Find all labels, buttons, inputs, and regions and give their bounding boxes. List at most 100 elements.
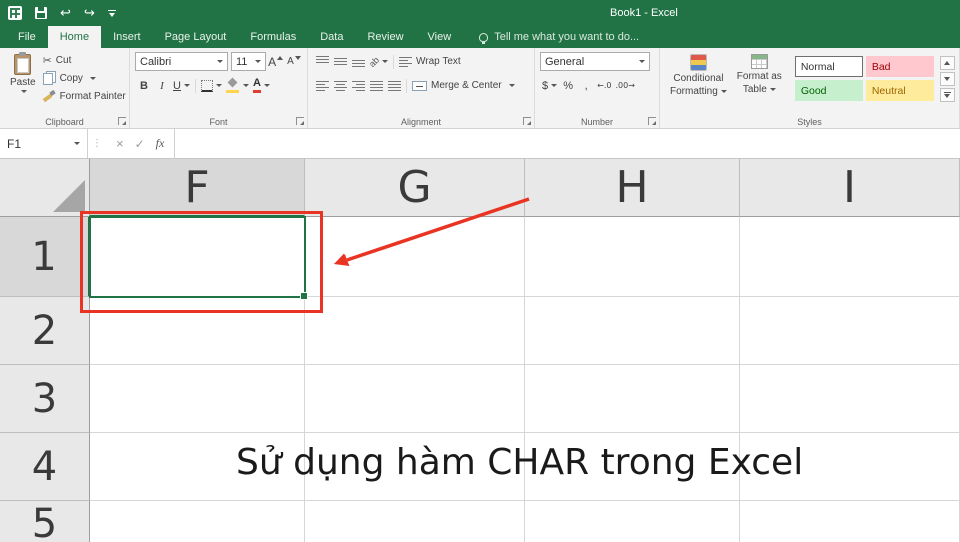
cell-I1[interactable] bbox=[740, 217, 960, 297]
increase-indent-button[interactable] bbox=[385, 76, 403, 95]
tell-me-box[interactable]: Tell me what you want to do... bbox=[479, 26, 639, 48]
font-dialog-launcher-icon[interactable] bbox=[296, 117, 304, 125]
increase-decimal-button[interactable]: ←.0 bbox=[595, 76, 613, 95]
format-as-table-icon bbox=[750, 54, 768, 69]
ribbon-tab-row: File Home Insert Page Layout Formulas Da… bbox=[0, 26, 960, 48]
wrap-text-button[interactable]: Wrap Text bbox=[397, 53, 463, 71]
gallery-more-button[interactable] bbox=[939, 88, 955, 102]
conditional-formatting-button[interactable]: Conditional Formatting bbox=[665, 51, 732, 102]
cell-I5[interactable] bbox=[740, 501, 960, 542]
format-as-table-button[interactable]: Format as Table bbox=[732, 51, 787, 102]
increase-font-size-button[interactable]: A bbox=[266, 52, 285, 71]
tab-file[interactable]: File bbox=[6, 26, 48, 48]
separator bbox=[194, 78, 196, 93]
cell-G1[interactable] bbox=[305, 217, 525, 297]
arrow-down-icon bbox=[294, 55, 301, 60]
alignment-dialog-launcher-icon[interactable] bbox=[523, 117, 531, 125]
separator bbox=[393, 54, 395, 69]
decrease-font-size-button[interactable]: A bbox=[285, 52, 303, 71]
formula-bar-splitter[interactable]: ⋮ bbox=[88, 129, 106, 158]
paste-label: Paste bbox=[10, 77, 36, 88]
cell-H1[interactable] bbox=[525, 217, 740, 297]
cell-H3[interactable] bbox=[525, 365, 740, 433]
row-header-4[interactable]: 4 bbox=[0, 433, 90, 501]
percent-style-button[interactable]: % bbox=[559, 76, 577, 95]
ribbon: Paste ✂ Cut Copy Format Painter Clipboar… bbox=[0, 48, 960, 129]
gallery-scroll-up-button[interactable] bbox=[939, 56, 955, 70]
enter-button[interactable]: ✓ bbox=[135, 137, 145, 151]
format-painter-button[interactable]: Format Painter bbox=[41, 87, 128, 105]
align-center-button[interactable] bbox=[331, 76, 349, 95]
accounting-format-button[interactable]: $ bbox=[540, 76, 559, 95]
save-icon[interactable] bbox=[35, 7, 47, 19]
row-header-3[interactable]: 3 bbox=[0, 365, 90, 433]
align-left-button[interactable] bbox=[313, 76, 331, 95]
font-color-button[interactable]: A bbox=[251, 76, 272, 95]
cell-style-bad[interactable]: Bad bbox=[865, 56, 934, 77]
cell-F2[interactable] bbox=[90, 297, 305, 365]
name-box[interactable]: F1 bbox=[0, 129, 88, 158]
column-header-I[interactable]: I bbox=[740, 159, 960, 217]
tab-formulas[interactable]: Formulas bbox=[238, 26, 308, 48]
tab-review[interactable]: Review bbox=[355, 26, 415, 48]
number-format-select[interactable]: General bbox=[540, 52, 650, 71]
tell-me-label: Tell me what you want to do... bbox=[494, 31, 640, 43]
cell-style-normal[interactable]: Normal bbox=[794, 56, 863, 77]
cell-H5[interactable] bbox=[525, 501, 740, 542]
gallery-scroll-down-button[interactable] bbox=[939, 72, 955, 86]
undo-icon[interactable]: ↩ bbox=[60, 7, 71, 20]
bold-button[interactable]: B bbox=[135, 76, 153, 95]
formula-input[interactable] bbox=[175, 129, 960, 158]
insert-function-button[interactable]: fx bbox=[156, 136, 165, 151]
cell-style-good[interactable]: Good bbox=[794, 80, 863, 101]
cell-F3[interactable] bbox=[90, 365, 305, 433]
tab-page-layout[interactable]: Page Layout bbox=[153, 26, 239, 48]
align-bottom-button[interactable] bbox=[349, 52, 367, 71]
tab-insert[interactable]: Insert bbox=[101, 26, 153, 48]
cell-G5[interactable] bbox=[305, 501, 525, 542]
copy-button[interactable]: Copy bbox=[41, 69, 128, 87]
number-dialog-launcher-icon[interactable] bbox=[648, 117, 656, 125]
merge-and-center-button[interactable]: Merge & Center bbox=[410, 77, 517, 95]
tab-data[interactable]: Data bbox=[308, 26, 355, 48]
decrease-indent-button[interactable] bbox=[367, 76, 385, 95]
row-header-5[interactable]: 5 bbox=[0, 501, 90, 542]
align-right-button[interactable] bbox=[349, 76, 367, 95]
customize-quick-access-icon[interactable] bbox=[107, 9, 116, 17]
paste-dropdown-arrow bbox=[21, 90, 28, 93]
italic-button[interactable]: I bbox=[153, 76, 171, 95]
ribbon-group-number: General $ % , ←.0 .00→ Number bbox=[535, 48, 660, 128]
paste-button[interactable]: Paste bbox=[5, 51, 41, 105]
column-header-F[interactable]: F bbox=[90, 159, 305, 217]
font-name-select[interactable]: Calibri bbox=[135, 52, 228, 71]
align-top-button[interactable] bbox=[313, 52, 331, 71]
cell-I3[interactable] bbox=[740, 365, 960, 433]
comma-style-button[interactable]: , bbox=[577, 76, 595, 95]
fill-color-button[interactable] bbox=[224, 76, 251, 95]
name-box-value: F1 bbox=[7, 136, 22, 151]
align-middle-button[interactable] bbox=[331, 52, 349, 71]
decrease-decimal-button[interactable]: .00→ bbox=[613, 76, 636, 95]
tab-view[interactable]: View bbox=[416, 26, 464, 48]
row-header-1[interactable]: 1 bbox=[0, 217, 90, 297]
borders-button[interactable] bbox=[199, 76, 224, 95]
cell-I2[interactable] bbox=[740, 297, 960, 365]
redo-icon[interactable]: ↪ bbox=[84, 7, 95, 20]
orientation-button[interactable]: ab bbox=[367, 52, 390, 71]
underline-button[interactable]: U bbox=[171, 76, 192, 95]
cell-G3[interactable] bbox=[305, 365, 525, 433]
cancel-button[interactable]: × bbox=[116, 136, 124, 151]
cell-F5[interactable] bbox=[90, 501, 305, 542]
row-header-2[interactable]: 2 bbox=[0, 297, 90, 365]
cell-style-neutral[interactable]: Neutral bbox=[865, 80, 934, 101]
cell-G2[interactable] bbox=[305, 297, 525, 365]
cut-button[interactable]: ✂ Cut bbox=[41, 51, 128, 69]
select-all-button[interactable] bbox=[0, 159, 90, 217]
column-header-H[interactable]: H bbox=[525, 159, 740, 217]
font-size-select[interactable]: 11 bbox=[230, 52, 267, 71]
column-header-G[interactable]: G bbox=[305, 159, 525, 217]
excel-window: ↩ ↪ Book1 - Excel File Home Insert Page … bbox=[0, 0, 960, 542]
cell-H2[interactable] bbox=[525, 297, 740, 365]
clipboard-dialog-launcher-icon[interactable] bbox=[118, 117, 126, 125]
tab-home[interactable]: Home bbox=[47, 26, 102, 48]
